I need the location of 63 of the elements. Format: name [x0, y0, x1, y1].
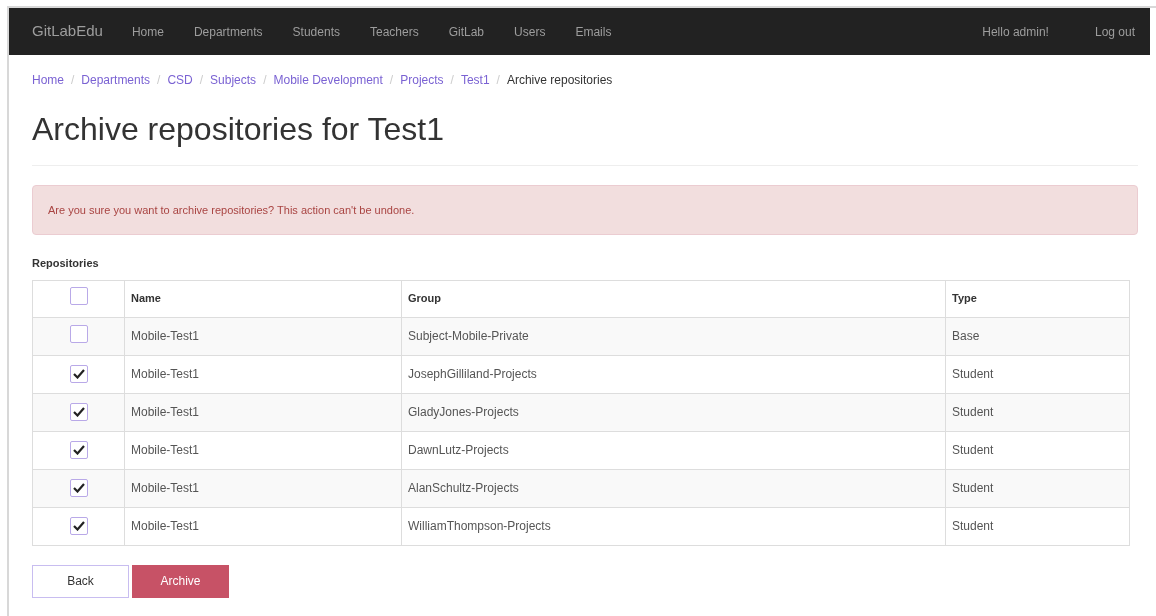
table-cell: GladyJones-Projects	[401, 393, 946, 431]
breadcrumb-separator: /	[199, 72, 204, 89]
logout-link[interactable]: Log out	[1094, 22, 1135, 41]
checkbox[interactable]	[69, 364, 88, 383]
table-caption: Repositories	[32, 256, 100, 271]
table-cell: Mobile-Test1	[124, 355, 402, 393]
brand-link[interactable]: GitLabEdu	[32, 20, 103, 43]
nav-link[interactable]: Teachers	[355, 22, 434, 41]
checkmark-icon	[72, 406, 85, 417]
back-button[interactable]: Back	[32, 564, 129, 598]
nav-link[interactable]: Users	[499, 22, 561, 41]
table-cell: Subject-Mobile-Private	[401, 317, 946, 355]
nav-link[interactable]: GitLab	[433, 22, 500, 41]
breadcrumb-separator: /	[157, 72, 161, 89]
column-header: Type	[945, 280, 1130, 317]
breadcrumb-separator: /	[450, 72, 454, 89]
nav-link[interactable]: Students	[277, 22, 355, 41]
table-cell: AlanSchultz-Projects	[401, 469, 946, 507]
table-cell: DawnLutz-Projects	[401, 431, 946, 469]
table-cell: Mobile-Test1	[124, 469, 402, 507]
breadcrumb-link[interactable]: CSD	[167, 71, 193, 89]
table-cell: JosephGilliland-Projects	[401, 355, 946, 393]
table-cell: Mobile-Test1	[124, 507, 402, 545]
breadcrumb-link[interactable]: Mobile Development	[273, 71, 383, 89]
breadcrumb-link[interactable]: Departments	[81, 71, 151, 89]
checkmark-icon	[72, 520, 85, 531]
table-cell: WilliamThompson-Projects	[401, 507, 946, 545]
table-cell: Student	[945, 507, 1130, 545]
breadcrumb-separator: /	[389, 72, 394, 89]
archive-button[interactable]: Archive	[132, 564, 229, 598]
breadcrumb-separator: /	[263, 72, 267, 89]
table-cell: Mobile-Test1	[124, 317, 402, 355]
checkmark-icon	[72, 482, 85, 493]
nav-link[interactable]: Departments	[178, 22, 278, 41]
column-header: Name	[124, 280, 402, 317]
table-cell: Student	[945, 393, 1130, 431]
page-title: Archive repositories for Test1	[32, 110, 446, 149]
nav-link[interactable]: Emails	[560, 22, 627, 41]
table-cell: Student	[945, 355, 1130, 393]
table-cell: Student	[945, 469, 1130, 507]
breadcrumb-link[interactable]: Subjects	[210, 71, 257, 89]
breadcrumb-current: Archive repositories	[506, 72, 613, 89]
checkmark-icon	[72, 368, 85, 379]
table-cell: Mobile-Test1	[124, 393, 402, 431]
table-cell: Mobile-Test1	[124, 431, 402, 469]
warning-alert: Are you sure you want to archive repositories? This action can't be undone.	[32, 185, 1138, 235]
breadcrumb-separator: /	[496, 72, 500, 89]
breadcrumb-link[interactable]: Test1	[460, 71, 490, 89]
checkbox[interactable]	[69, 516, 88, 535]
breadcrumb-link[interactable]: Projects	[400, 71, 444, 89]
breadcrumb-link[interactable]: Home	[32, 71, 64, 89]
checkbox[interactable]	[69, 440, 88, 459]
nav-link[interactable]: Home	[116, 22, 179, 41]
checkmark-icon	[72, 444, 85, 455]
table-cell: Student	[945, 431, 1130, 469]
column-header: Group	[401, 280, 946, 317]
checkbox[interactable]	[69, 402, 88, 421]
greeting-text: Hello admin!	[982, 23, 1049, 41]
checkbox[interactable]	[69, 287, 88, 305]
table-cell: Base	[945, 317, 1130, 355]
breadcrumb-separator: /	[71, 72, 75, 89]
checkbox[interactable]	[69, 478, 88, 497]
checkbox[interactable]	[69, 324, 88, 343]
